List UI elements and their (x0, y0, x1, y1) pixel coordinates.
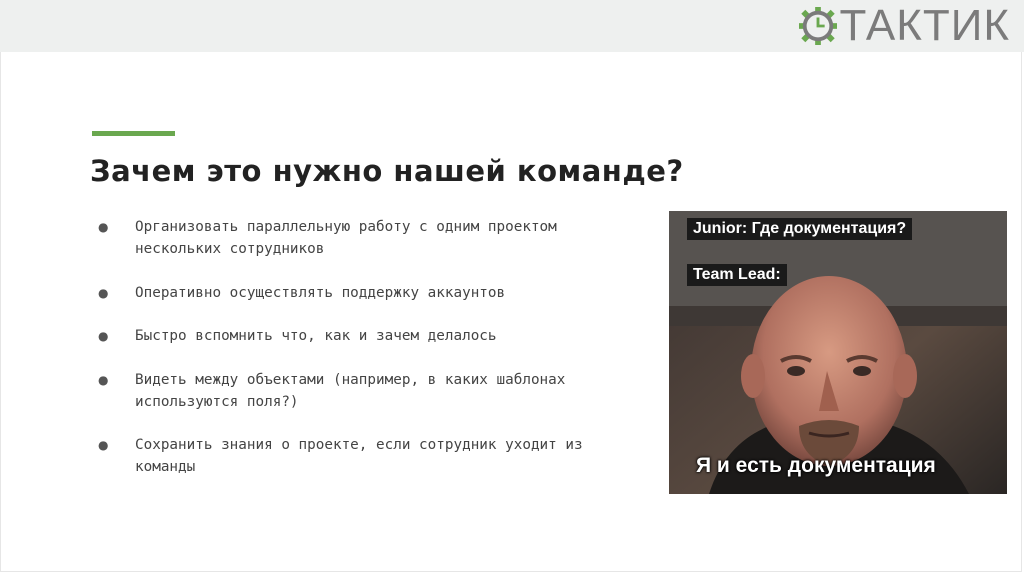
bullet-dot-icon: ● (98, 438, 109, 452)
bullet-item: ● Видеть между объектами (например, в ка… (98, 369, 638, 413)
bullet-text: Сохранить знания о проекте, если сотрудн… (135, 437, 583, 475)
bullet-list: ● Организовать параллельную работу с одн… (98, 216, 638, 478)
meme-portrait-illustration (669, 211, 1007, 494)
header-band: ТАКТИК (0, 0, 1024, 52)
bullet-item: ● Оперативно осуществлять поддержку акка… (98, 282, 638, 304)
bullet-dot-icon: ● (98, 286, 109, 300)
bullet-item: ● Организовать параллельную работу с одн… (98, 216, 638, 260)
bullet-item: ● Быстро вспомнить что, как и зачем дела… (98, 325, 638, 347)
bullet-dot-icon: ● (98, 220, 109, 234)
title-accent-bar (92, 131, 175, 136)
slide-title: Зачем это нужно нашей команде? (90, 154, 684, 188)
bullet-text: Быстро вспомнить что, как и зачем делало… (135, 328, 497, 344)
bullet-item: ● Сохранить знания о проекте, если сотру… (98, 434, 638, 478)
bullet-text: Оперативно осуществлять поддержку аккаун… (135, 285, 506, 301)
meme-caption-team-lead: Team Lead: (687, 264, 787, 286)
bullet-text: Организовать параллельную работу с одним… (135, 219, 557, 257)
gear-clock-icon (799, 7, 838, 45)
meme-caption-bottom: Я и есть документация (696, 454, 936, 477)
bullet-dot-icon: ● (98, 329, 109, 343)
meme-caption-junior: Junior: Где документация? (687, 218, 913, 240)
meme-image: Junior: Где документация? Team Lead: Я и… (669, 211, 1007, 494)
bullet-text: Видеть между объектами (например, в каки… (135, 372, 566, 410)
logo-wordmark: ТАКТИК (839, 1, 1010, 50)
bullet-dot-icon: ● (98, 373, 109, 387)
brand-logo: ТАКТИК (799, 4, 1010, 48)
